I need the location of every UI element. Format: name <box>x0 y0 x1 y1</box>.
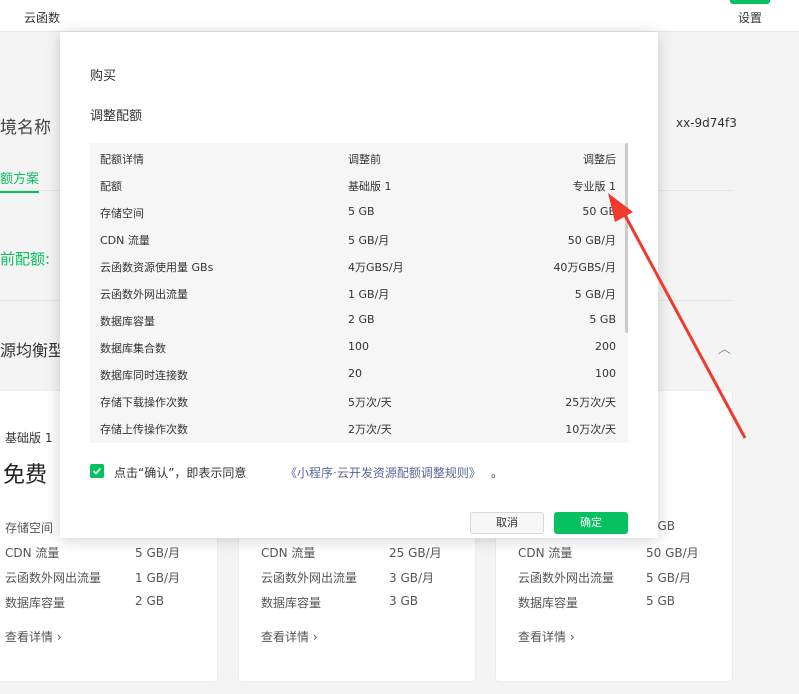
plan-row-value: 5 GB/月 <box>646 571 692 585</box>
cell-after: 50 GB/月 <box>567 234 616 247</box>
plan-row-label: 云函数外网出流量 <box>518 571 615 585</box>
nav-item-settings[interactable]: 设置 <box>738 9 762 26</box>
table-row: 云函数外网出流量 1 GB/月 5 GB/月 <box>90 280 616 307</box>
header-before: 调整前 <box>348 153 381 166</box>
cell-after: 25万次/天 <box>565 396 616 409</box>
cell-after: 50 GB <box>582 205 616 218</box>
plan-row-value: 5 GB <box>646 594 675 608</box>
cell-before: 5 GB <box>348 205 375 218</box>
dialog-subtitle: 调整配额 <box>90 109 143 124</box>
cell-after: 40万GBS/月 <box>553 261 616 274</box>
cell-after: 10万次/天 <box>565 423 616 436</box>
view-details-link[interactable]: 查看详情 › <box>261 628 318 645</box>
plan-tier: 基础版 1 <box>5 431 53 445</box>
plan-row-value: 5 GB/月 <box>135 546 181 560</box>
quota-rules-link[interactable]: 《小程序·云开发资源配额调整规则》 <box>285 464 481 481</box>
table-row: 数据库容量 2 GB 5 GB <box>90 307 616 334</box>
plan-row-label: 数据库容量 <box>5 596 66 610</box>
purchase-dialog: 购买 调整配额 配额详情 调整前 调整后 配额 基础版 1 专业版 1 存储空间… <box>60 32 658 538</box>
cell-after: 200 <box>595 340 616 353</box>
cancel-button[interactable]: 取消 <box>470 512 544 534</box>
agreement-text: 点击“确认”，即表示同意 <box>114 466 247 480</box>
nav-item-cloud-functions[interactable]: 云函数 <box>24 9 60 26</box>
plan-row-value: 1 GB/月 <box>135 571 181 585</box>
quota-table[interactable]: 配额详情 调整前 调整后 配额 基础版 1 专业版 1 存储空间 5 GB 50… <box>90 143 628 443</box>
cell-item: 配额 <box>100 180 122 193</box>
plan-price: 免费 <box>3 463 48 488</box>
header-after: 调整后 <box>583 153 616 166</box>
agree-checkbox[interactable] <box>90 464 104 478</box>
table-scrollbar[interactable] <box>625 143 628 333</box>
env-id-value: xx-9d74f3 <box>676 116 737 130</box>
plan-row-label: 存储空间 <box>5 521 54 535</box>
table-row: 存储上传操作次数 2万次/天 10万次/天 <box>90 415 616 442</box>
cell-item: 云函数外网出流量 <box>100 288 188 301</box>
cell-before: 2 GB <box>348 313 375 326</box>
cell-before: 基础版 1 <box>348 180 392 193</box>
current-quota-label: 前配额: <box>0 250 51 268</box>
cell-before: 5万次/天 <box>348 396 392 409</box>
plan-row-value: 3 GB/月 <box>389 571 435 585</box>
cell-after: 5 GB <box>589 313 616 326</box>
table-row: 存储空间 5 GB 50 GB <box>90 199 616 226</box>
view-details-link[interactable]: 查看详情 › <box>518 628 575 645</box>
plan-row-label: 云函数外网出流量 <box>5 571 102 585</box>
balanced-plan-label: 源均衡型 <box>0 341 65 360</box>
settings-active-indicator <box>730 0 770 4</box>
dialog-title: 购买 <box>90 69 117 84</box>
table-header-row: 配额详情 调整前 调整后 <box>90 145 616 172</box>
plan-row-label: CDN 流量 <box>261 546 316 560</box>
cell-item: 数据库同时连接数 <box>100 369 188 382</box>
plan-row-label: CDN 流量 <box>518 546 573 560</box>
plan-row-label: CDN 流量 <box>5 546 60 560</box>
cell-item: 数据库容量 <box>100 315 155 328</box>
cell-item: 存储下载操作次数 <box>100 396 188 409</box>
plan-row-value: 50 GB/月 <box>646 546 699 560</box>
chevron-up-icon[interactable]: ︿ <box>718 338 731 357</box>
plan-row-value: 2 GB <box>135 594 164 608</box>
plan-row-value: 25 GB/月 <box>389 546 442 560</box>
table-row: CDN 流量 5 GB/月 50 GB/月 <box>90 226 616 253</box>
cell-after: 100 <box>595 367 616 380</box>
plan-row-value: 3 GB <box>389 594 418 608</box>
cell-after: 专业版 1 <box>572 180 617 193</box>
cell-before: 5 GB/月 <box>348 234 390 247</box>
header-quota-detail: 配额详情 <box>100 153 144 166</box>
env-name-label: 境名称 <box>0 118 51 138</box>
table-row: 配额 基础版 1 专业版 1 <box>90 172 616 199</box>
cell-before: 4万GBS/月 <box>348 261 404 274</box>
cell-item: 数据库集合数 <box>100 342 166 355</box>
table-row: 数据库集合数 100 200 <box>90 334 616 361</box>
cell-before: 1 GB/月 <box>348 288 390 301</box>
cell-item: 存储上传操作次数 <box>100 423 188 436</box>
confirm-button[interactable]: 确定 <box>554 512 628 534</box>
cell-before: 20 <box>348 367 362 380</box>
cell-item: 云函数资源使用量 GBs <box>100 261 214 274</box>
agreement-end: 。 <box>491 466 504 480</box>
plan-row-label: 数据库容量 <box>518 596 579 610</box>
cell-item: 存储空间 <box>100 207 144 220</box>
checkmark-icon <box>92 467 102 475</box>
cell-before: 2万次/天 <box>348 423 392 436</box>
plan-row-label: 数据库容量 <box>261 596 322 610</box>
cell-after: 5 GB/月 <box>574 288 616 301</box>
view-details-link[interactable]: 查看详情 › <box>5 628 62 645</box>
top-navigation-bar: 云函数 设置 <box>0 0 799 32</box>
cell-before: 100 <box>348 340 369 353</box>
table-row: 云函数资源使用量 GBs 4万GBS/月 40万GBS/月 <box>90 253 616 280</box>
plan-row-label: 云函数外网出流量 <box>261 571 358 585</box>
table-row: 存储下载操作次数 5万次/天 25万次/天 <box>90 388 616 415</box>
cell-item: CDN 流量 <box>100 234 150 247</box>
table-row: 数据库同时连接数 20 100 <box>90 361 616 388</box>
